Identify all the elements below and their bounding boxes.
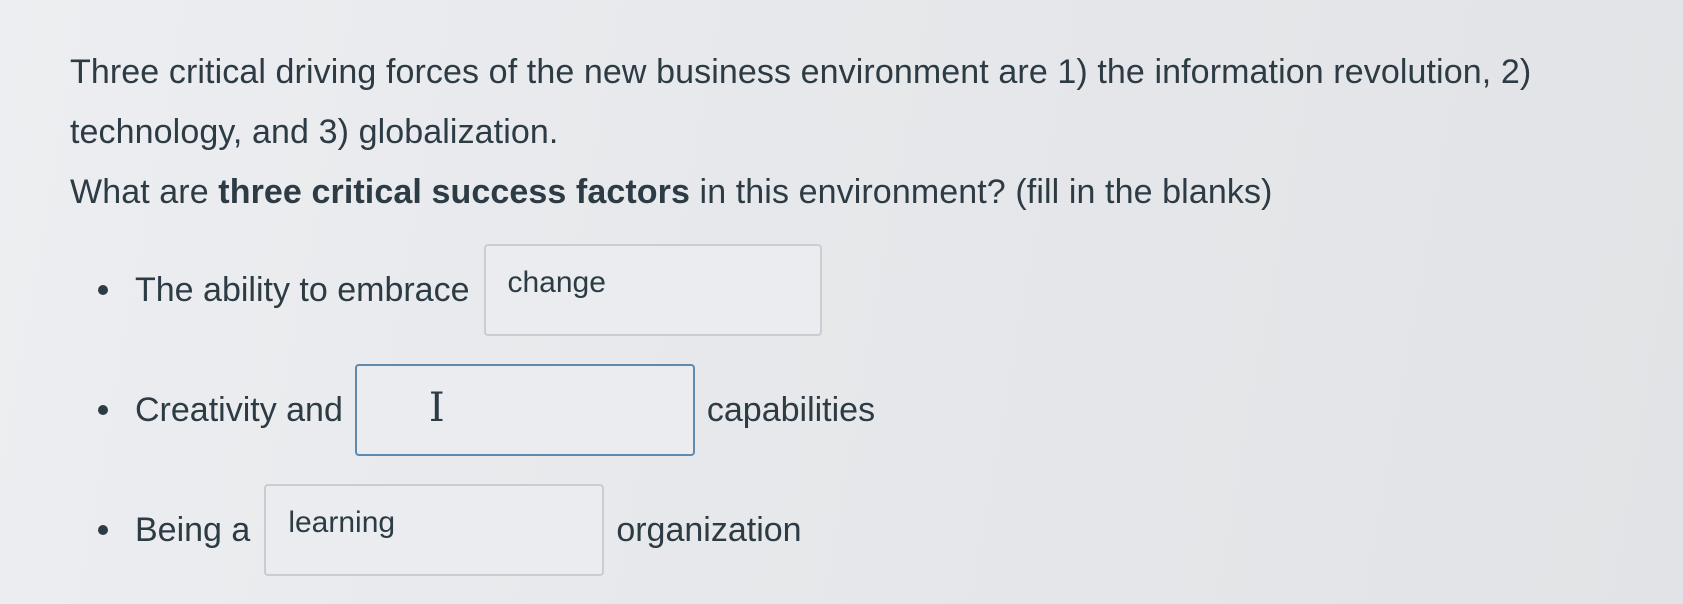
blank-row-1: The ability to embrace change	[98, 244, 822, 336]
blank-3-input[interactable]: learning	[264, 484, 605, 576]
quiz-page: Three critical driving forces of the new…	[0, 0, 1683, 604]
blank-2-before-text: Creativity and	[135, 390, 343, 429]
blank-row-3: Being a learning organization	[98, 484, 802, 576]
text-cursor-icon: I	[428, 385, 445, 431]
blank-1-before-text: The ability to embrace	[135, 270, 470, 309]
blank-3-before-text: Being a	[135, 510, 251, 549]
blank-1-input[interactable]: change	[483, 244, 822, 336]
question-prompt-bold: three critical success factors	[218, 173, 690, 211]
blank-3-after-text: organization	[616, 510, 802, 549]
question-text: Three critical driving forces of the new…	[70, 42, 1570, 222]
bullet-icon	[98, 525, 108, 535]
blank-row-2: Creativity and I capabilities	[98, 364, 875, 456]
blank-2-after-text: capabilities	[706, 390, 876, 429]
bullet-icon	[98, 285, 108, 295]
question-prompt: What are three critical success factors …	[70, 162, 1570, 222]
question-prompt-prefix: What are	[70, 173, 219, 211]
blank-2-input[interactable]: I	[354, 364, 695, 456]
question-prompt-suffix: in this environment? (fill in the blanks…	[690, 173, 1273, 211]
question-intro: Three critical driving forces of the new…	[70, 53, 1532, 151]
bullet-icon	[98, 405, 108, 415]
